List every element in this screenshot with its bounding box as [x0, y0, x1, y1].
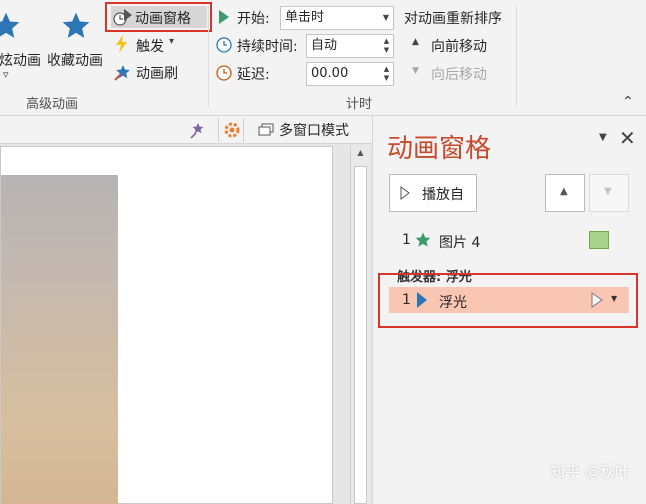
- animation-painter-button[interactable]: 动画刷: [113, 61, 193, 83]
- star-icon: [415, 232, 431, 247]
- move-earlier-label: 向前移动: [431, 39, 487, 55]
- pane-options-icon[interactable]: ▼: [599, 132, 607, 143]
- start-select-value: 单击时: [285, 10, 325, 25]
- magic-wand-icon[interactable]: [189, 121, 207, 139]
- slide-editing-area: 多窗口模式 ▲: [0, 116, 372, 504]
- animation-item[interactable]: 1 图片 4: [397, 228, 617, 252]
- move-down-button[interactable]: ▼: [589, 174, 629, 212]
- play-icon: [219, 10, 229, 24]
- play-from-button[interactable]: 播放自: [389, 174, 477, 212]
- collapse-ribbon-icon[interactable]: ⌃: [622, 94, 634, 110]
- spinner-arrows-icon[interactable]: ▲ ▼: [382, 37, 391, 55]
- delay-input[interactable]: 00.00 ▲ ▼: [306, 62, 394, 86]
- delay-clock-icon: [216, 65, 232, 81]
- lightning-icon: [116, 35, 127, 53]
- group-separator: [516, 6, 517, 106]
- chevron-down-icon: ▿: [3, 68, 9, 81]
- chevron-down-icon: ▼: [382, 13, 389, 22]
- slide-picture[interactable]: [1, 175, 118, 504]
- start-label: 开始:: [237, 11, 270, 27]
- star-icon: [62, 12, 90, 38]
- windows-icon: [258, 123, 274, 136]
- move-later-label: 向后移动: [431, 67, 487, 83]
- star-icon: [0, 12, 20, 38]
- multi-window-label: 多窗口模式: [279, 123, 349, 139]
- favorite-animation-label: 收藏动画: [47, 53, 103, 69]
- add-animation-button[interactable]: 炫动画 ▿: [0, 8, 44, 94]
- ribbon: 炫动画 ▿ 收藏动画 动画窗格 触发 ▾ 动画刷 高级动画 开始: 单击时 ▼ …: [0, 0, 646, 116]
- editor-toolbar: 多窗口模式: [0, 116, 372, 144]
- animation-pane: 动画窗格 ▼ ✕ 播放自 ▲ ▼ 1 图片 4 触发器: 浮光 1 浮光 ▼ 知…: [372, 116, 646, 504]
- settings-button[interactable]: [218, 118, 244, 142]
- multi-window-button[interactable]: 多窗口模式: [256, 120, 360, 140]
- reorder-title: 对动画重新排序: [404, 11, 502, 27]
- advanced-animation-group-label: 高级动画: [26, 97, 79, 112]
- chevron-down-icon: ▾: [169, 36, 175, 47]
- play-from-label: 播放自: [422, 187, 464, 203]
- add-animation-label: 炫动画: [0, 53, 41, 69]
- trigger-button[interactable]: 触发 ▾: [113, 34, 193, 56]
- triangle-down-icon: ▼: [604, 186, 612, 197]
- timing-group-label: 计时: [346, 97, 373, 112]
- move-earlier-button[interactable]: ▲ 向前移动: [412, 36, 502, 56]
- annotation-highlight-box: [105, 2, 212, 32]
- duration-value: 自动: [311, 38, 338, 53]
- trigger-label: 触发: [136, 39, 164, 55]
- scroll-up-icon[interactable]: ▲: [351, 148, 370, 162]
- play-outline-icon: [400, 186, 410, 200]
- animation-item-name: 图片 4: [439, 235, 481, 251]
- timing-bar: [589, 231, 609, 249]
- delay-label: 延迟:: [237, 67, 270, 83]
- triangle-up-icon: ▲: [560, 186, 568, 197]
- move-up-button[interactable]: ▲: [545, 174, 585, 212]
- vertical-scrollbar[interactable]: ▲: [350, 146, 370, 504]
- watermark: 知乎 @秋叶: [550, 463, 630, 481]
- annotation-highlight-box: [378, 273, 638, 328]
- scrollbar-thumb[interactable]: [354, 166, 367, 504]
- pane-title: 动画窗格: [387, 134, 492, 164]
- delay-value: 00.00: [311, 66, 349, 81]
- close-icon[interactable]: ✕: [619, 126, 636, 150]
- favorite-animation-button[interactable]: 收藏动画: [46, 8, 108, 88]
- move-later-button[interactable]: ▼ 向后移动: [412, 64, 502, 84]
- triangle-up-icon: ▲: [412, 37, 419, 47]
- animation-item-number: 1: [402, 232, 411, 248]
- slide-canvas[interactable]: [0, 146, 333, 504]
- triangle-down-icon: ▼: [412, 66, 419, 76]
- animation-painter-icon: [114, 65, 130, 81]
- animation-painter-label: 动画刷: [136, 66, 178, 82]
- group-separator: [208, 6, 209, 106]
- duration-input[interactable]: 自动 ▲ ▼: [306, 34, 394, 58]
- clock-icon: [216, 37, 232, 53]
- start-select[interactable]: 单击时 ▼: [280, 6, 394, 30]
- spinner-arrows-icon[interactable]: ▲ ▼: [382, 65, 391, 83]
- duration-label: 持续时间:: [237, 39, 298, 55]
- gear-icon: [224, 122, 240, 138]
